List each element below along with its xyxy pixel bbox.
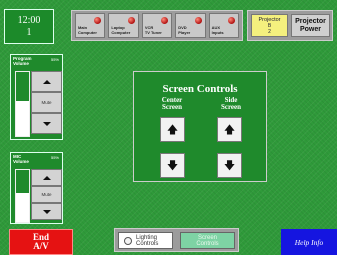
source-label: Player	[178, 30, 191, 35]
clock-day: 1	[26, 27, 32, 38]
volume-meter	[15, 169, 30, 223]
volume-down-button[interactable]	[31, 203, 62, 220]
status-led-icon	[161, 17, 169, 24]
status-led-icon	[194, 17, 202, 24]
screen-controls-tab-button[interactable]: Screen Controls	[180, 232, 235, 249]
end-av-label: A/V	[33, 241, 49, 251]
lightbulb-icon	[124, 236, 132, 245]
projector-power-button[interactable]: Projector Power	[291, 14, 330, 37]
source-button-laptop-computer[interactable]: Laptop Computer	[108, 13, 139, 38]
help-info-label: Help Info	[294, 237, 324, 247]
panel-title: Screen Controls	[162, 83, 238, 95]
up-arrow-icon: 🡅	[166, 123, 179, 136]
down-arrow-icon: 🡇	[166, 159, 179, 172]
column-label: Screen	[220, 103, 242, 111]
down-arrow-icon: 🡇	[223, 159, 236, 172]
source-button-dvd-player[interactable]: DVD Player	[175, 13, 206, 38]
help-info-button[interactable]: Help Info	[281, 229, 337, 255]
source-label: Inputs	[211, 30, 224, 35]
clock-display: 12:00 1	[4, 9, 54, 44]
projector-power-label: Power	[299, 26, 321, 33]
status-led-icon	[228, 17, 236, 24]
up-arrow-icon	[42, 79, 51, 84]
column-label: Screen	[161, 103, 183, 111]
source-label: TV Tuner	[144, 30, 162, 35]
volume-up-button[interactable]	[31, 169, 62, 186]
projector-power-label: Projector	[295, 18, 326, 25]
lighting-controls-button[interactable]: Lighting Controls	[118, 232, 173, 249]
mute-label: Mute	[41, 100, 52, 105]
volume-percent: 55%	[50, 57, 59, 62]
screen-controls-label: Controls	[196, 241, 219, 247]
up-arrow-icon	[42, 175, 51, 180]
status-led-icon	[127, 17, 135, 24]
down-arrow-icon	[42, 121, 51, 126]
panel-title: Volume	[13, 159, 29, 164]
center-screen-down-button[interactable]: 🡇	[160, 153, 185, 178]
center-screen-up-button[interactable]: 🡅	[160, 117, 185, 142]
program-volume-panel: Program Volume 55% Mute	[10, 54, 63, 140]
status-led-icon	[94, 17, 102, 24]
volume-percent: 55%	[50, 155, 59, 160]
source-button-vcr-tv-tuner[interactable]: VCR TV Tuner	[141, 13, 173, 38]
projector-select-number: 2	[268, 29, 271, 35]
mute-label: Mute	[41, 192, 52, 197]
up-arrow-icon: 🡅	[223, 123, 236, 136]
volume-up-button[interactable]	[31, 71, 62, 92]
mute-button[interactable]: Mute	[31, 92, 62, 113]
mic-volume-panel: MIC Volume 55% Mute	[10, 152, 63, 224]
source-selector: Main Computer Laptop Computer VCR TV Tuner …	[71, 10, 243, 41]
source-label: Computer	[111, 30, 131, 35]
lighting-label: Controls	[136, 240, 159, 247]
screen-controls-panel: Screen Controls Center Screen Side Screen …	[133, 71, 267, 182]
volume-meter-fill	[16, 193, 29, 222]
side-screen-down-button[interactable]: 🡇	[217, 153, 242, 178]
volume-meter-fill	[16, 100, 29, 136]
down-arrow-icon	[42, 209, 51, 214]
side-screen-up-button[interactable]: 🡅	[217, 117, 242, 142]
volume-meter	[15, 71, 30, 137]
source-label: Computer	[78, 30, 97, 35]
clock-time: 12:00	[17, 15, 41, 26]
source-button-main-computer[interactable]: Main Computer	[75, 13, 106, 38]
panel-title: Volume	[13, 61, 29, 66]
projector-select-button[interactable]: Projector B 2	[251, 14, 288, 37]
source-button-aux-inputs[interactable]: AUX Inputs	[208, 13, 240, 38]
end-av-button[interactable]: End A/V	[9, 229, 73, 255]
volume-down-button[interactable]	[31, 113, 62, 134]
mute-button[interactable]: Mute	[31, 186, 62, 203]
